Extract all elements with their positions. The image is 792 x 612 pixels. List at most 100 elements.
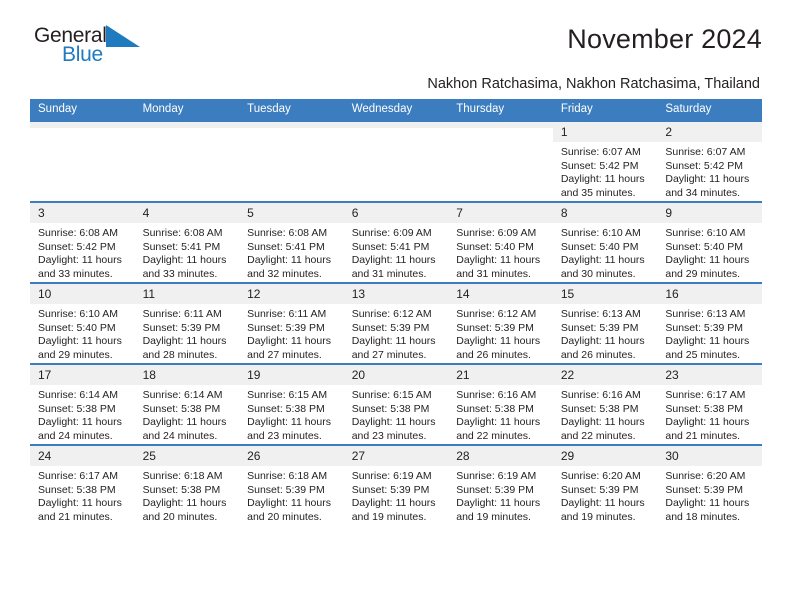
daylight-text: Daylight: 11 hours and 20 minutes. <box>247 497 331 523</box>
day-sun-info: Sunrise: 6:11 AM Sunset: 5:39 PM Daylight:… <box>239 304 344 362</box>
sunset-text: Sunset: 5:38 PM <box>38 402 116 415</box>
calendar-cell-day[interactable]: 20 Sunrise: 6:15 AM Sunset: 5:38 PM Dayligh… <box>343 363 449 445</box>
calendar-cell-day[interactable]: 24 Sunrise: 6:17 AM Sunset: 5:38 PM Dayligh… <box>30 444 135 525</box>
calendar-body: 1 Sunrise: 6:07 AM Sunset: 5:42 PM Daylight… <box>30 120 762 525</box>
sunset-text: Sunset: 5:38 PM <box>38 483 116 496</box>
sunset-text: Sunset: 5:41 PM <box>351 240 430 253</box>
day-number: 7 <box>448 203 553 223</box>
calendar-cell-day[interactable]: 10 Sunrise: 6:10 AM Sunset: 5:40 PM Dayligh… <box>30 282 135 364</box>
calendar-cell-day[interactable]: 8 Sunrise: 6:10 AM Sunset: 5:40 PM Daylight… <box>552 201 658 283</box>
sunrise-text: Sunrise: 6:09 AM <box>351 227 432 239</box>
calendar-cell-day[interactable]: 25 Sunrise: 6:18 AM Sunset: 5:38 PM Dayligh… <box>134 444 240 525</box>
calendar-cell-empty <box>343 120 449 202</box>
weekday-header-saturday: Saturday <box>657 99 762 121</box>
calendar-cell-day[interactable]: 26 Sunrise: 6:18 AM Sunset: 5:39 PM Dayligh… <box>239 444 344 525</box>
sunrise-text: Sunrise: 6:10 AM <box>665 227 746 239</box>
day-sun-info: Sunrise: 6:20 AM Sunset: 5:39 PM Daylight:… <box>553 466 658 524</box>
day-number: 1 <box>552 122 658 142</box>
title-block: November 2024 <box>567 22 762 56</box>
daylight-text: Daylight: 11 hours and 19 minutes. <box>351 497 436 523</box>
calendar-cell-day[interactable]: 29 Sunrise: 6:20 AM Sunset: 5:39 PM Dayligh… <box>552 444 658 525</box>
daylight-text: Daylight: 11 hours and 29 minutes. <box>38 335 122 361</box>
sunrise-text: Sunrise: 6:12 AM <box>351 308 432 320</box>
calendar-cell-day[interactable]: 12 Sunrise: 6:11 AM Sunset: 5:39 PM Dayligh… <box>239 282 344 364</box>
day-number <box>239 122 344 128</box>
calendar-cell-day[interactable]: 21 Sunrise: 6:16 AM Sunset: 5:38 PM Dayligh… <box>448 363 553 445</box>
calendar-cell-day[interactable]: 7 Sunrise: 6:09 AM Sunset: 5:40 PM Daylight… <box>448 201 553 283</box>
generalblue-logo[interactable]: General Blue <box>34 22 149 70</box>
daylight-text: Daylight: 11 hours and 30 minutes. <box>560 254 645 280</box>
calendar-cell-day[interactable]: 3 Sunrise: 6:08 AM Sunset: 5:42 PM Daylight… <box>30 201 135 283</box>
day-sun-info: Sunrise: 6:19 AM Sunset: 5:39 PM Daylight:… <box>344 466 449 524</box>
sunset-text: Sunset: 5:42 PM <box>560 159 639 172</box>
calendar-week-row: 1 Sunrise: 6:07 AM Sunset: 5:42 PM Daylight… <box>30 120 762 202</box>
daylight-text: Daylight: 11 hours and 28 minutes. <box>142 335 227 361</box>
sunset-text: Sunset: 5:39 PM <box>247 321 325 334</box>
sunset-text: Sunset: 5:42 PM <box>665 159 744 172</box>
day-number: 30 <box>657 446 762 466</box>
weekday-header-wednesday: Wednesday <box>343 99 449 121</box>
calendar-cell-day[interactable]: 22 Sunrise: 6:16 AM Sunset: 5:38 PM Dayligh… <box>552 363 658 445</box>
daylight-text: Daylight: 11 hours and 32 minutes. <box>247 254 331 280</box>
sunset-text: Sunset: 5:39 PM <box>456 321 534 334</box>
day-sun-info: Sunrise: 6:13 AM Sunset: 5:39 PM Daylight:… <box>657 304 762 362</box>
daylight-text: Daylight: 11 hours and 22 minutes. <box>560 416 645 442</box>
day-sun-info: Sunrise: 6:07 AM Sunset: 5:42 PM Daylight:… <box>657 142 762 200</box>
calendar-cell-day[interactable]: 13 Sunrise: 6:12 AM Sunset: 5:39 PM Dayligh… <box>343 282 449 364</box>
calendar-cell-day[interactable]: 18 Sunrise: 6:14 AM Sunset: 5:38 PM Dayligh… <box>134 363 240 445</box>
weekday-header-friday: Friday <box>552 99 658 121</box>
calendar-cell-day[interactable]: 6 Sunrise: 6:09 AM Sunset: 5:41 PM Daylight… <box>343 201 449 283</box>
calendar-cell-day[interactable]: 27 Sunrise: 6:19 AM Sunset: 5:39 PM Dayligh… <box>343 444 449 525</box>
sunrise-text: Sunrise: 6:17 AM <box>38 470 118 482</box>
calendar-cell-day[interactable]: 19 Sunrise: 6:15 AM Sunset: 5:38 PM Dayligh… <box>239 363 344 445</box>
day-number: 19 <box>239 365 344 385</box>
day-sun-info: Sunrise: 6:10 AM Sunset: 5:40 PM Daylight:… <box>657 223 762 281</box>
sunrise-text: Sunrise: 6:15 AM <box>351 389 432 401</box>
daylight-text: Daylight: 11 hours and 31 minutes. <box>351 254 436 280</box>
daylight-text: Daylight: 11 hours and 24 minutes. <box>38 416 122 442</box>
calendar-cell-day[interactable]: 1 Sunrise: 6:07 AM Sunset: 5:42 PM Daylight… <box>552 120 658 202</box>
calendar-cell-day[interactable]: 16 Sunrise: 6:13 AM Sunset: 5:39 PM Dayligh… <box>657 282 762 364</box>
calendar-cell-day[interactable]: 28 Sunrise: 6:19 AM Sunset: 5:39 PM Dayligh… <box>448 444 553 525</box>
daylight-text: Daylight: 11 hours and 21 minutes. <box>665 416 750 442</box>
calendar-cell-day[interactable]: 15 Sunrise: 6:13 AM Sunset: 5:39 PM Dayligh… <box>552 282 658 364</box>
logo-triangle-icon <box>106 25 140 52</box>
day-sun-info: Sunrise: 6:13 AM Sunset: 5:39 PM Daylight:… <box>553 304 658 362</box>
day-sun-info: Sunrise: 6:09 AM Sunset: 5:40 PM Daylight:… <box>448 223 553 281</box>
calendar-cell-day[interactable]: 14 Sunrise: 6:12 AM Sunset: 5:39 PM Dayligh… <box>448 282 553 364</box>
calendar-cell-day[interactable]: 23 Sunrise: 6:17 AM Sunset: 5:38 PM Dayligh… <box>657 363 762 445</box>
calendar-cell-day[interactable]: 30 Sunrise: 6:20 AM Sunset: 5:39 PM Dayligh… <box>657 444 762 525</box>
calendar-cell-day[interactable]: 17 Sunrise: 6:14 AM Sunset: 5:38 PM Dayligh… <box>30 363 135 445</box>
day-number: 27 <box>343 446 449 466</box>
day-number: 12 <box>239 284 344 304</box>
day-number: 3 <box>30 203 135 223</box>
daylight-text: Daylight: 11 hours and 33 minutes. <box>38 254 122 280</box>
daylight-text: Daylight: 11 hours and 23 minutes. <box>351 416 436 442</box>
daylight-text: Daylight: 11 hours and 18 minutes. <box>665 497 750 523</box>
sunset-text: Sunset: 5:38 PM <box>456 402 534 415</box>
calendar-cell-day[interactable]: 11 Sunrise: 6:11 AM Sunset: 5:39 PM Dayligh… <box>134 282 240 364</box>
logo-text-blue: Blue <box>62 43 103 66</box>
day-number: 2 <box>657 122 762 142</box>
day-number: 15 <box>552 284 658 304</box>
day-sun-info: Sunrise: 6:20 AM Sunset: 5:39 PM Daylight:… <box>657 466 762 524</box>
day-sun-info: Sunrise: 6:18 AM Sunset: 5:39 PM Daylight:… <box>239 466 344 524</box>
sunrise-text: Sunrise: 6:20 AM <box>560 470 641 482</box>
calendar-cell-day[interactable]: 2 Sunrise: 6:07 AM Sunset: 5:42 PM Daylight… <box>657 120 762 202</box>
day-sun-info: Sunrise: 6:09 AM Sunset: 5:41 PM Daylight:… <box>344 223 449 281</box>
day-sun-info: Sunrise: 6:19 AM Sunset: 5:39 PM Daylight:… <box>448 466 553 524</box>
calendar-cell-day[interactable]: 9 Sunrise: 6:10 AM Sunset: 5:40 PM Daylight… <box>657 201 762 283</box>
calendar-week-row: 3 Sunrise: 6:08 AM Sunset: 5:42 PM Daylight… <box>30 201 762 283</box>
day-number: 5 <box>239 203 344 223</box>
calendar-cell-day[interactable]: 5 Sunrise: 6:08 AM Sunset: 5:41 PM Daylight… <box>239 201 344 283</box>
day-sun-info: Sunrise: 6:08 AM Sunset: 5:42 PM Daylight:… <box>30 223 135 281</box>
daylight-text: Daylight: 11 hours and 35 minutes. <box>560 173 645 199</box>
sunset-text: Sunset: 5:38 PM <box>142 483 221 496</box>
calendar-cell-day[interactable]: 4 Sunrise: 6:08 AM Sunset: 5:41 PM Daylight… <box>134 201 240 283</box>
sunset-text: Sunset: 5:39 PM <box>142 321 221 334</box>
sunrise-text: Sunrise: 6:11 AM <box>142 308 222 320</box>
daylight-text: Daylight: 11 hours and 19 minutes. <box>456 497 541 523</box>
weekday-header-sunday: Sunday <box>30 99 135 121</box>
day-sun-info: Sunrise: 6:17 AM Sunset: 5:38 PM Daylight:… <box>657 385 762 443</box>
day-sun-info: Sunrise: 6:17 AM Sunset: 5:38 PM Daylight:… <box>30 466 135 524</box>
